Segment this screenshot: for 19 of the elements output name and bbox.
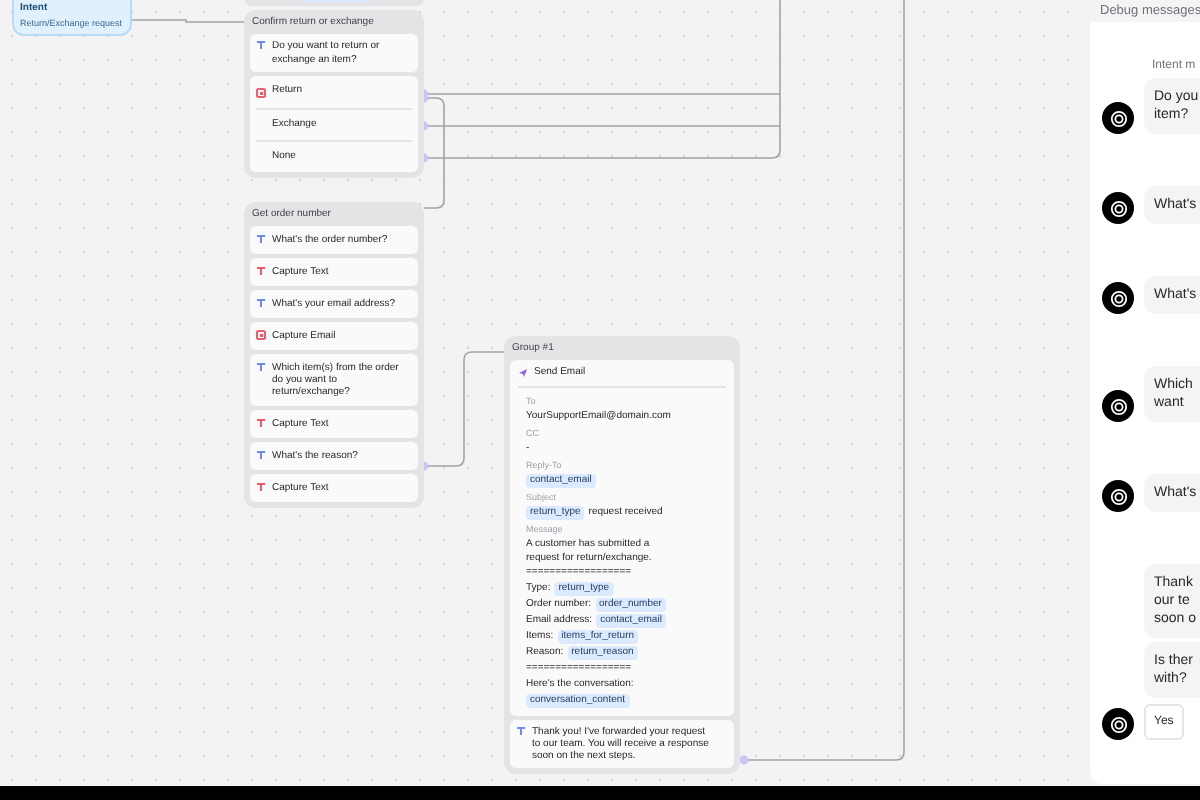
send-icon	[518, 368, 528, 379]
text-icon	[256, 418, 266, 428]
text-icon	[256, 450, 266, 460]
email-card[interactable]	[510, 360, 734, 715]
bot-avatar	[1102, 192, 1134, 224]
bot-avatar	[1102, 390, 1134, 422]
bot-avatar	[1102, 708, 1134, 740]
connector-line	[419, 351, 505, 471]
bot-avatar	[1102, 480, 1134, 512]
text-icon	[256, 482, 266, 492]
text-icon	[516, 725, 526, 735]
text-icon	[256, 266, 266, 276]
bot-avatar	[1102, 102, 1134, 134]
text-icon	[256, 362, 266, 372]
text-icon	[256, 40, 266, 50]
bot-avatar	[1102, 282, 1134, 314]
text-icon	[256, 234, 266, 244]
text-icon	[256, 298, 266, 308]
capture-icon	[256, 330, 266, 340]
